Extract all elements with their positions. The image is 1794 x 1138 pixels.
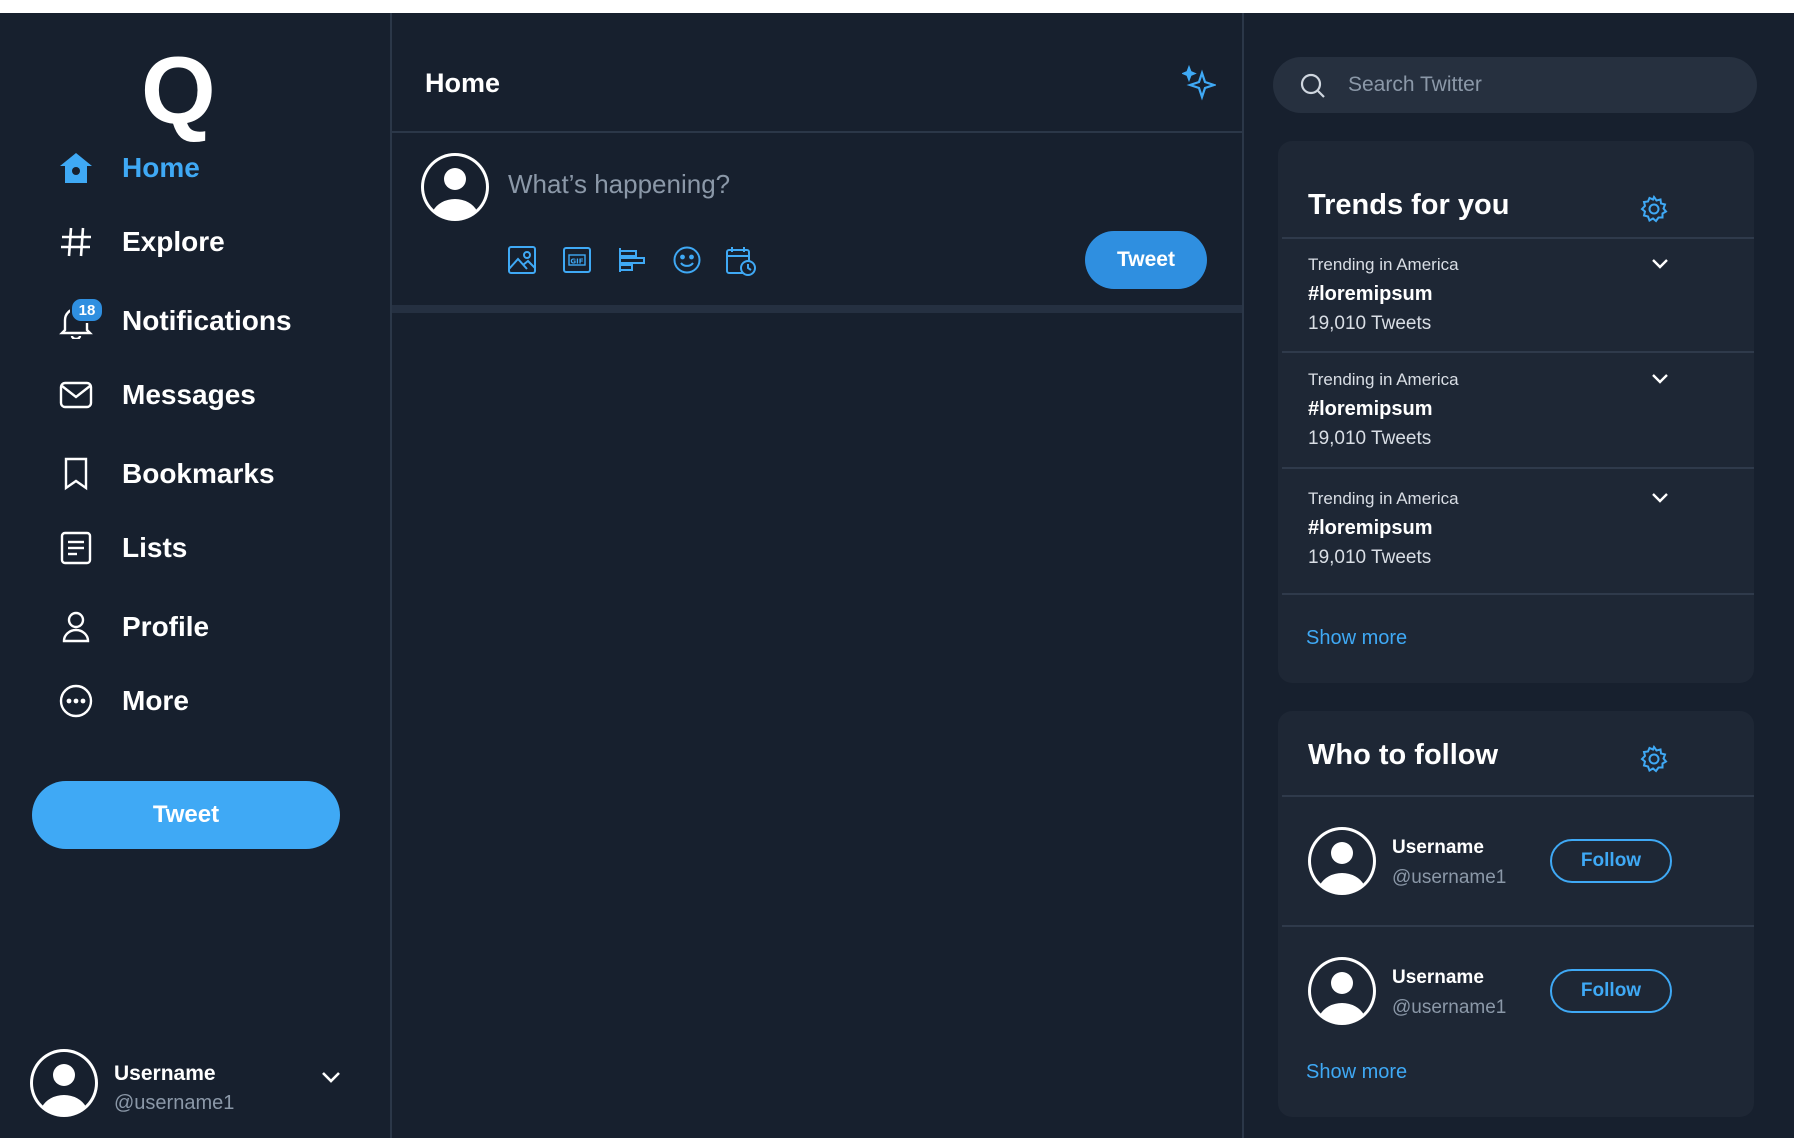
gear-icon[interactable] <box>1640 744 1668 778</box>
avatar <box>1306 955 1378 1032</box>
account-switcher[interactable]: Username @username1 <box>28 1048 358 1122</box>
tweet-button[interactable]: Tweet <box>32 781 340 849</box>
divider <box>1282 351 1754 353</box>
search-input[interactable]: Search Twitter <box>1273 57 1757 113</box>
trend-context: Trending in America <box>1308 370 1459 389</box>
sidebar-item-profile[interactable]: Profile <box>56 599 209 655</box>
follow-suggestion[interactable]: Username @username1 Follow <box>1278 797 1754 917</box>
search-placeholder: Search Twitter <box>1348 73 1482 96</box>
envelope-icon <box>56 375 96 415</box>
svg-text:GIF: GIF <box>570 258 583 266</box>
sparkle-icon[interactable] <box>1181 64 1218 106</box>
trend-item[interactable]: Trending in America #loremipsum 19,010 T… <box>1278 473 1754 583</box>
avatar[interactable] <box>419 151 491 228</box>
trends-panel: Trends for you Trending in America #lore… <box>1278 141 1754 683</box>
account-handle: @username1 <box>114 1092 235 1114</box>
poll-icon[interactable] <box>617 245 649 277</box>
trend-tweet-count: 19,010 Tweets <box>1308 428 1432 449</box>
trend-item[interactable]: Trending in America #loremipsum 19,010 T… <box>1278 239 1754 349</box>
who-to-follow-panel: Who to follow Username @username1 Follow… <box>1278 711 1754 1117</box>
person-icon <box>56 607 96 647</box>
trend-item[interactable]: Trending in America #loremipsum 19,010 T… <box>1278 354 1754 464</box>
trend-hashtag: #loremipsum <box>1308 283 1433 305</box>
schedule-icon[interactable] <box>725 245 757 277</box>
trend-context: Trending in America <box>1308 255 1459 274</box>
sidebar-item-label: Messages <box>122 379 256 410</box>
trends-show-more-link[interactable]: Show more <box>1306 627 1407 650</box>
sidebar-item-label: Explore <box>122 226 225 257</box>
home-icon <box>56 148 96 188</box>
trend-hashtag: #loremipsum <box>1308 517 1433 539</box>
divider <box>1282 593 1754 595</box>
chevron-down-icon[interactable] <box>320 1070 342 1089</box>
sidebar-item-messages[interactable]: Messages <box>56 367 256 423</box>
notification-count-badge: 18 <box>70 297 104 323</box>
follow-show-more-link[interactable]: Show more <box>1306 1061 1407 1084</box>
sidebar-item-label: More <box>122 685 189 716</box>
sidebar-item-explore[interactable]: Explore <box>56 214 225 270</box>
avatar <box>28 1047 100 1124</box>
trend-tweet-count: 19,010 Tweets <box>1308 547 1432 568</box>
timeline-header: Home <box>392 13 1242 133</box>
sidebar-item-notifications[interactable]: 18 Notifications <box>56 293 292 349</box>
follow-button[interactable]: Follow <box>1550 839 1672 883</box>
follow-button[interactable]: Follow <box>1550 969 1672 1013</box>
sidebar-item-label: Profile <box>122 611 210 642</box>
avatar <box>1306 825 1378 902</box>
timeline-column: Home What’s happening? GIF Tweet <box>392 13 1244 1138</box>
gif-icon[interactable]: GIF <box>562 245 594 277</box>
sidebar-item-home[interactable]: Home <box>56 140 200 196</box>
suggestion-name: Username <box>1392 837 1484 858</box>
chevron-down-icon[interactable] <box>1650 257 1670 275</box>
chevron-down-icon[interactable] <box>1650 372 1670 390</box>
account-name: Username <box>114 1062 216 1085</box>
sidebar-nav: Q Home Explore 18 Notifications Messages… <box>0 13 392 1138</box>
app-window: Q Home Explore 18 Notifications Messages… <box>0 13 1794 1138</box>
trends-title: Trends for you <box>1308 189 1510 221</box>
trend-tweet-count: 19,010 Tweets <box>1308 313 1432 334</box>
page-title: Home <box>425 68 501 98</box>
suggestion-handle: @username1 <box>1392 867 1507 888</box>
suggestion-handle: @username1 <box>1392 997 1507 1018</box>
divider <box>1282 467 1754 469</box>
trend-hashtag: #loremipsum <box>1308 398 1433 420</box>
follow-suggestion[interactable]: Username @username1 Follow <box>1278 927 1754 1047</box>
bookmark-icon <box>56 454 96 494</box>
app-logo[interactable]: Q <box>141 43 216 139</box>
compose-tweet-button[interactable]: Tweet <box>1085 231 1207 289</box>
image-icon[interactable] <box>507 245 539 277</box>
chevron-down-icon[interactable] <box>1650 491 1670 509</box>
search-icon <box>1299 72 1327 105</box>
sidebar-item-bookmarks[interactable]: Bookmarks <box>56 446 275 502</box>
sidebar-item-label: Lists <box>122 532 188 563</box>
sidebar-item-label: Home <box>122 152 200 183</box>
sidebar-item-lists[interactable]: Lists <box>56 520 187 576</box>
sidebar-item-label: Notifications <box>122 305 292 336</box>
sidebar-item-more[interactable]: More <box>56 673 189 729</box>
compose-input[interactable]: What’s happening? <box>508 169 730 200</box>
emoji-icon[interactable] <box>672 245 704 277</box>
sidebar-item-label: Bookmarks <box>122 458 275 489</box>
suggestion-name: Username <box>1392 967 1484 988</box>
gear-icon[interactable] <box>1640 194 1668 228</box>
more-icon <box>56 681 96 721</box>
hashtag-icon <box>56 222 96 262</box>
tweet-composer: What’s happening? GIF Tweet <box>392 133 1242 313</box>
who-to-follow-title: Who to follow <box>1308 739 1499 771</box>
list-icon <box>56 528 96 568</box>
bell-icon: 18 <box>56 297 104 341</box>
trend-context: Trending in America <box>1308 489 1459 508</box>
